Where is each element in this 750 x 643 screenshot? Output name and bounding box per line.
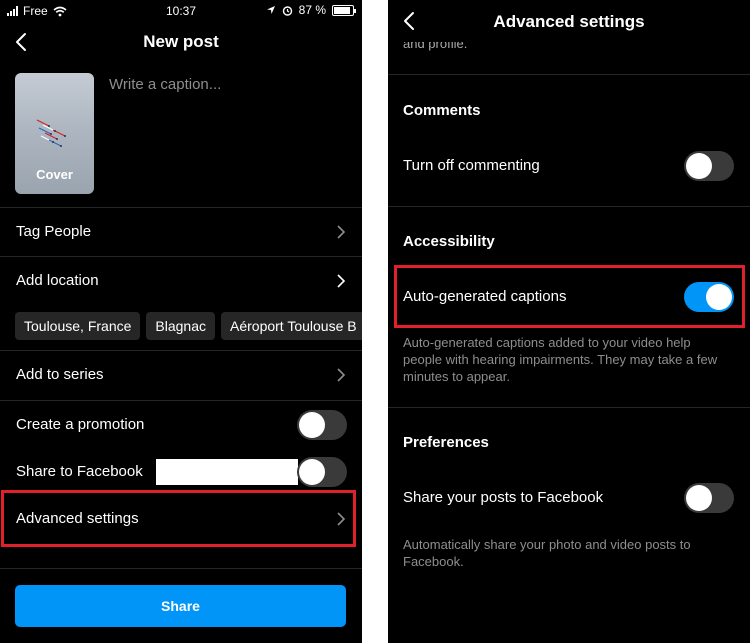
status-bar: Free 10:37 87 % [0,0,362,22]
highlight-box [394,265,745,328]
chevron-right-icon [337,368,346,382]
caption-input[interactable] [109,76,349,93]
chevron-right-icon [337,225,346,239]
planes-image [36,119,66,147]
new-post-screen: Free 10:37 87 % New post Cover Write a c… [0,0,362,643]
divider [388,407,750,408]
divider [388,206,750,207]
create-promotion-toggle[interactable] [297,410,347,440]
advanced-settings-screen: and profile. Advanced settings Comments … [388,0,750,643]
battery-icon [332,4,356,16]
cover-thumbnail[interactable]: Cover [15,73,94,194]
add-location-label: Add location [16,272,99,289]
share-posts-facebook-toggle[interactable] [684,483,734,513]
location-suggestions: Toulouse, France Blagnac Aéroport Toulouse… [15,312,362,342]
tag-people-row[interactable]: Tag People [0,208,362,256]
turn-off-commenting-toggle[interactable] [684,151,734,181]
header: Advanced settings [388,0,750,42]
share-button[interactable]: Share [15,585,346,627]
turn-off-commenting-label: Turn off commenting [403,157,540,174]
auto-captions-help: Auto-generated captions added to your vi… [403,335,718,384]
location-chip[interactable]: Blagnac [146,312,215,340]
add-location-row[interactable]: Add location [0,257,362,305]
cover-label: Cover [36,167,73,182]
add-to-series-label: Add to series [16,366,104,383]
create-promotion-label: Create a promotion [16,416,145,433]
page-title: Advanced settings [493,12,645,31]
location-arrow-icon [266,6,275,14]
toggle-knob [686,153,712,179]
location-chip[interactable]: Toulouse, France [15,312,141,340]
toggle-knob [299,459,325,485]
preferences-section-title: Preferences [403,434,489,451]
accessibility-section-title: Accessibility [403,233,495,250]
highlight-box [1,490,356,547]
page-title: New post [143,32,219,51]
divider [388,74,750,75]
comments-section-title: Comments [403,102,481,119]
add-to-series-row[interactable]: Add to series [0,351,362,399]
toggle-knob [299,412,325,438]
toggle-knob [686,485,712,511]
share-posts-facebook-label: Share your posts to Facebook [403,489,604,506]
location-chip[interactable]: Aéroport Toulouse B [221,312,362,340]
alarm-icon [282,5,292,16]
share-posts-help: Automatically share your photo and video… [403,537,691,569]
battery-percent: 87 % [298,3,326,17]
divider [0,568,362,569]
header: New post [0,22,362,62]
tag-people-label: Tag People [16,223,92,240]
chevron-right-icon [337,274,346,288]
share-to-facebook-toggle[interactable] [297,457,347,487]
share-to-facebook-label: Share to Facebook [16,463,143,480]
redacted-account-name [156,459,298,485]
